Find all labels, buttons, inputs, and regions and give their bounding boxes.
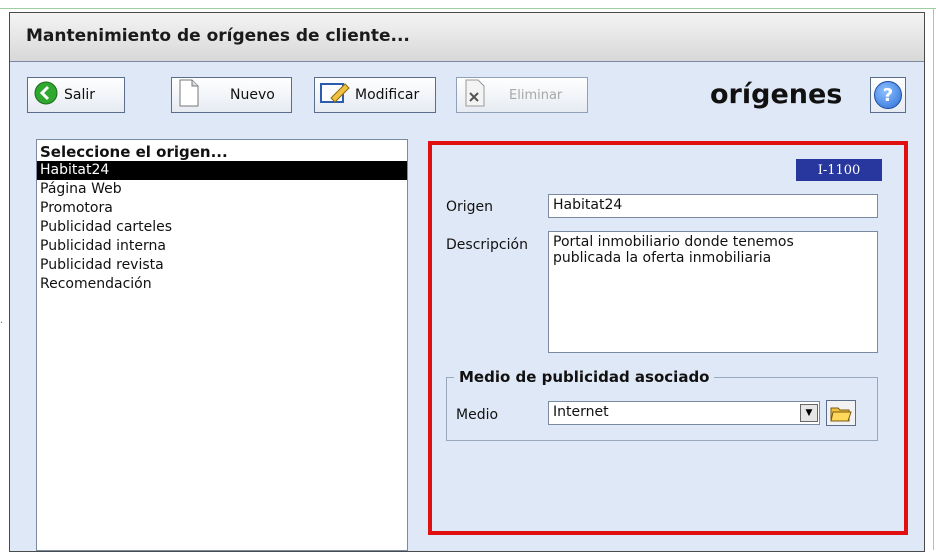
help-icon: ? — [874, 81, 902, 109]
blank-page-icon — [178, 79, 200, 111]
exit-button[interactable]: Salir — [27, 77, 125, 113]
frame-tick-mark: · — [0, 318, 4, 329]
frame-guide-top — [0, 8, 936, 9]
chevron-down-icon[interactable]: ▼ — [800, 404, 818, 422]
origin-label: Origen — [446, 199, 494, 215]
list-item[interactable]: Recomendación — [37, 275, 407, 294]
delete-page-icon — [463, 79, 487, 111]
new-button[interactable]: Nuevo — [171, 77, 292, 113]
medium-label: Medio — [456, 407, 499, 423]
list-header: Seleccione el origen... — [40, 143, 228, 161]
record-code-badge: I-1100 — [796, 159, 882, 181]
window-title: Mantenimiento de orígenes de cliente... — [26, 26, 410, 46]
green-arrow-left-icon — [34, 81, 58, 109]
detail-panel: I-1100 Origen Habitat24 Descripción Port… — [428, 141, 908, 535]
origin-field[interactable]: Habitat24 — [548, 194, 878, 218]
help-button[interactable]: ? — [870, 77, 906, 113]
list-item[interactable]: Publicidad interna — [37, 237, 407, 256]
edit-pencil-icon — [319, 80, 351, 110]
list-item[interactable]: Publicidad revista — [37, 256, 407, 275]
main-window: Mantenimiento de orígenes de cliente... … — [9, 12, 925, 552]
description-field[interactable]: Portal inmobiliario donde tenemos public… — [548, 231, 878, 353]
medium-value: Internet — [553, 404, 609, 420]
group-title: Medio de publicidad asociado — [454, 368, 715, 386]
origins-list[interactable]: Seleccione el origen... Habitat24 Página… — [36, 139, 408, 551]
modify-label: Modificar — [355, 87, 420, 103]
description-label: Descripción — [446, 237, 528, 253]
medium-select[interactable]: Internet — [548, 401, 820, 425]
delete-button[interactable]: Eliminar — [456, 77, 588, 113]
title-bar: Mantenimiento de orígenes de cliente... — [10, 13, 924, 62]
list-item[interactable]: Habitat24 — [37, 161, 407, 180]
list-item[interactable]: Publicidad carteles — [37, 218, 407, 237]
modify-button[interactable]: Modificar — [314, 77, 436, 113]
open-folder-icon[interactable] — [826, 400, 856, 426]
delete-label: Eliminar — [509, 87, 563, 103]
new-label: Nuevo — [230, 87, 275, 103]
list-item[interactable]: Página Web — [37, 180, 407, 199]
list-item[interactable]: Promotora — [37, 199, 407, 218]
description-line: Portal inmobiliario donde tenemos — [553, 234, 794, 250]
exit-label: Salir — [64, 87, 96, 103]
section-heading: orígenes — [710, 79, 843, 110]
toolbar: Salir Nuevo Modificar Eliminar orígenes … — [10, 62, 924, 124]
description-line: publicada la oferta inmobiliaria — [553, 250, 772, 266]
frame-guide-right — [933, 8, 934, 550]
